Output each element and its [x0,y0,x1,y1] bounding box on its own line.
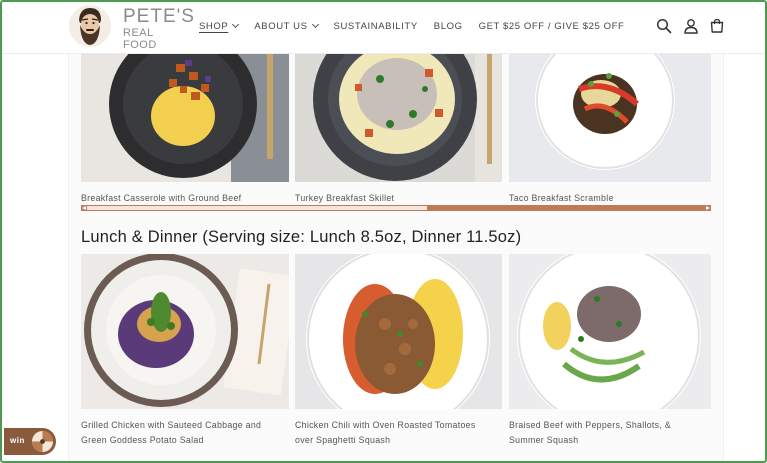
scroll-right-arrow-icon[interactable] [706,206,710,210]
bearded-man-logo-icon [69,5,111,47]
cart-icon[interactable] [709,18,725,34]
scrollbar-thumb[interactable] [87,206,427,210]
caption-line: Summer Squash [509,435,579,445]
nav-item-referral[interactable]: GET $25 OFF / GIVE $25 OFF [479,21,625,32]
account-icon[interactable] [683,18,699,34]
food-photo [509,254,711,409]
food-photo [81,54,289,182]
chevron-down-icon [232,20,240,29]
chevron-down-icon [311,20,319,29]
section-title-lunch-dinner: Lunch & Dinner (Serving size: Lunch 8.5o… [81,228,522,246]
nav-item-shop[interactable]: SHOP [199,20,240,32]
product-caption[interactable]: Braised Beef with Peppers, Shallots, & S… [509,418,671,447]
product-caption[interactable]: Turkey Breakfast Skillet [295,191,394,205]
nav-label: SHOP [199,20,229,32]
product-image-chicken-chili[interactable] [295,254,502,409]
site-header: PETE'S REAL FOOD SHOP ABOUT US SUSTAINAB… [2,2,765,54]
food-photo [295,54,502,182]
win-label: win [10,436,25,445]
nav-item-sustainability[interactable]: SUSTAINABILITY [334,21,418,32]
search-icon[interactable] [656,18,672,34]
nav-item-about-us[interactable]: ABOUT US [254,20,319,32]
caption-line: Chicken Chili with Oven Roasted Tomatoes [295,420,476,430]
product-caption[interactable]: Chicken Chili with Oven Roasted Tomatoes… [295,418,476,447]
scroll-left-arrow-icon[interactable] [82,206,86,210]
brand-name-line1: PETE'S [123,6,195,27]
nav-label: ABOUT US [254,20,308,32]
caption-line: Braised Beef with Peppers, Shallots, & [509,420,672,430]
caption-line: Green Goddess Potato Salad [81,435,204,445]
main-nav: SHOP ABOUT US SUSTAINABILITY BLOG GET $2… [199,19,640,33]
spin-to-win-widget[interactable]: win [4,428,56,455]
nav-label: BLOG [433,20,463,32]
brand-name-line2: REAL FOOD [123,27,157,51]
prize-wheel-icon [31,430,54,453]
caption-line: Grilled Chicken with Sauteed Cabbage and [81,420,262,430]
product-image-turkey-breakfast-skillet[interactable] [295,54,502,182]
carousel-scrollbar[interactable] [81,205,711,211]
nav-label: GET $25 OFF / GIVE $25 OFF [478,20,625,32]
nav-label: SUSTAINABILITY [333,20,418,32]
product-caption[interactable]: Grilled Chicken with Sauteed Cabbage and… [81,418,261,447]
product-image-breakfast-casserole[interactable] [81,54,289,182]
nav-item-blog[interactable]: BLOG [434,21,463,32]
product-image-taco-breakfast-scramble[interactable] [509,54,711,182]
caption-line: over Spaghetti Squash [295,435,391,445]
browser-frame: PETE'S REAL FOOD SHOP ABOUT US SUSTAINAB… [0,0,767,463]
product-image-braised-beef[interactable] [509,254,711,409]
product-image-grilled-chicken[interactable] [81,254,289,409]
brand-logo[interactable]: PETE'S REAL FOOD [68,4,194,51]
product-caption[interactable]: Breakfast Casserole with Ground Beef [81,191,241,205]
food-photo [81,254,289,409]
food-photo [295,254,502,409]
food-photo [509,54,711,182]
product-caption[interactable]: Taco Breakfast Scramble [509,191,614,205]
